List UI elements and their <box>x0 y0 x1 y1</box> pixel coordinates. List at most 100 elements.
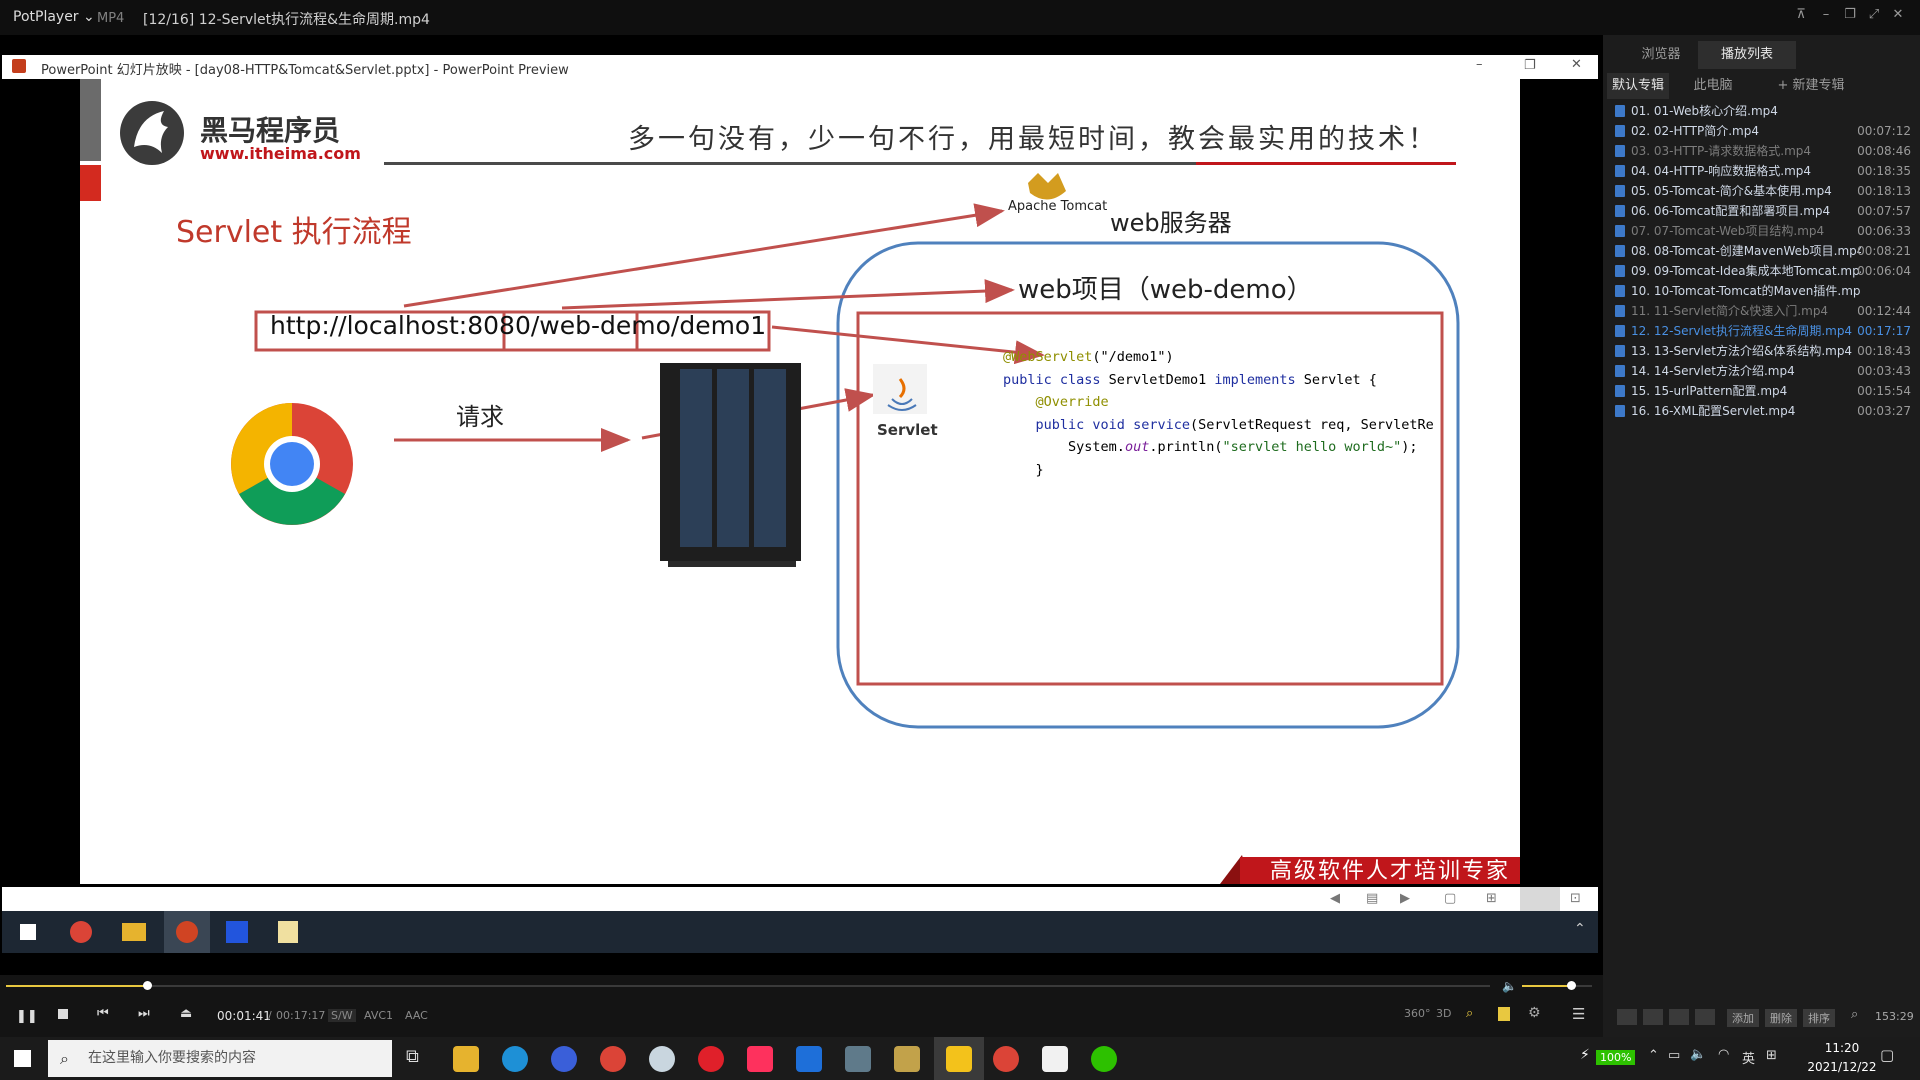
wifi-icon[interactable]: ◠ <box>1718 1047 1729 1062</box>
reading-view-icon[interactable] <box>1520 887 1560 911</box>
previous-icon[interactable]: ⏮ <box>97 1006 109 1021</box>
battery-percent[interactable]: 100% <box>1596 1050 1636 1065</box>
search-icon[interactable]: ⌕ <box>1851 1007 1858 1022</box>
sort-button[interactable]: 排序 <box>1803 1009 1835 1027</box>
clock-time[interactable]: 11:20 <box>1812 1041 1872 1055</box>
move-down-icon[interactable] <box>1669 1009 1689 1025</box>
playlist-item[interactable]: 02. 02-HTTP简介.mp4 00:07:12 <box>1611 121 1911 141</box>
code-token: } <box>1035 461 1044 478</box>
ppt-close-icon[interactable]: ✕ <box>1571 57 1582 72</box>
subtab-this-pc[interactable]: 此电脑 <box>1683 73 1743 99</box>
app-blue-icon[interactable] <box>796 1046 822 1072</box>
ppt-minimize-icon[interactable]: – <box>1476 57 1483 72</box>
playlist-item[interactable]: 09. 09-Tomcat-Idea集成本地Tomcat.mp4 00:06:04 <box>1611 261 1911 281</box>
subtitle-search-icon[interactable]: ⌕ <box>1466 1006 1473 1021</box>
code-token: Servlet { <box>1303 371 1377 388</box>
3d-button[interactable]: 3D <box>1436 1007 1451 1020</box>
prev-slide-icon[interactable]: ◀ <box>1330 891 1340 906</box>
playlist-item[interactable]: 14. 14-Servlet方法介绍.mp4 00:03:43 <box>1611 361 1911 381</box>
app-menu-button[interactable]: PotPlayer ⌄ <box>13 9 95 25</box>
settings-gear-icon[interactable]: ⚙ <box>1528 1005 1541 1021</box>
next-icon[interactable]: ⏭ <box>138 1006 150 1021</box>
volume-handle[interactable] <box>1567 981 1576 990</box>
task-view-icon[interactable]: ⧉ <box>406 1046 419 1067</box>
next-slide-icon[interactable]: ▶ <box>1400 891 1410 906</box>
recorded-start-icon <box>20 924 36 940</box>
intellij-idea-icon[interactable] <box>747 1046 773 1072</box>
slide-list-icon[interactable]: ▤ <box>1366 891 1378 906</box>
playlist-item-duration: 00:18:13 <box>1857 184 1911 198</box>
subtab-new-album[interactable]: + 新建专辑 <box>1771 73 1851 99</box>
web-project-label: web项目（web-demo） <box>1018 275 1313 305</box>
pause-icon[interactable]: ❚❚ <box>16 1009 38 1024</box>
potplayer-icon <box>946 1046 972 1072</box>
slideshow-view-icon[interactable]: ⊡ <box>1570 891 1581 906</box>
pin-icon[interactable]: ⊼ <box>1794 8 1808 22</box>
volume-icon[interactable]: 🔈 <box>1502 979 1517 993</box>
code-token: ("/demo1") <box>1092 349 1174 365</box>
battery-icon[interactable]: ▭ <box>1668 1048 1680 1063</box>
video-file-icon <box>1615 165 1625 177</box>
playlist-item[interactable]: 03. 03-HTTP-请求数据格式.mp4 00:08:46 <box>1611 141 1911 161</box>
l-app-icon[interactable] <box>551 1046 577 1072</box>
clock-date[interactable]: 2021/12/22 <box>1798 1060 1886 1074</box>
playlist-item[interactable]: 13. 13-Servlet方法介绍&体系结构.mp4 00:18:43 <box>1611 341 1911 361</box>
typora-icon[interactable] <box>1042 1046 1068 1072</box>
chrome-icon-2[interactable] <box>993 1046 1019 1072</box>
app-bird-icon[interactable] <box>649 1046 675 1072</box>
wechat-icon[interactable] <box>1091 1046 1117 1072</box>
keyboard-grid-icon[interactable]: ⊞ <box>1766 1048 1777 1063</box>
tag-video-codec[interactable]: AVC1 <box>364 1009 393 1022</box>
playlist-item[interactable]: 12. 12-Servlet执行流程&生命周期.mp4 00:17:17 <box>1611 321 1911 341</box>
ime-indicator[interactable]: 英 <box>1742 1048 1755 1067</box>
ppt-restore-icon[interactable]: ❐ <box>1524 58 1536 73</box>
playlist-item[interactable]: 06. 06-Tomcat配置和部署项目.mp4 00:07:57 <box>1611 201 1911 221</box>
notification-icon[interactable]: ▢ <box>1880 1046 1894 1064</box>
taskbar-search-box[interactable]: 在这里输入你要搜索的内容 <box>48 1040 392 1077</box>
playlist-item-duration: 00:18:35 <box>1857 164 1911 178</box>
close-icon[interactable]: ✕ <box>1891 8 1905 22</box>
netease-music-icon[interactable] <box>698 1046 724 1072</box>
app-archive-icon[interactable] <box>894 1046 920 1072</box>
playlist-item[interactable]: 16. 16-XML配置Servlet.mp4 00:03:27 <box>1611 401 1911 421</box>
tag-audio-codec[interactable]: AAC <box>405 1009 428 1022</box>
tray-chevron-up-icon[interactable]: ⌃ <box>1648 1048 1659 1063</box>
playlist-item[interactable]: 08. 08-Tomcat-创建MavenWeb项目.mp4 00:08:21 <box>1611 241 1911 261</box>
move-bottom-icon[interactable] <box>1695 1009 1715 1025</box>
playlist-item[interactable]: 01. 01-Web核心介绍.mp4 <box>1611 101 1911 121</box>
edge-icon[interactable] <box>502 1046 528 1072</box>
seek-handle[interactable] <box>142 981 152 990</box>
playlist-item-duration: 00:08:21 <box>1857 244 1911 258</box>
playlist-item-duration: 00:15:54 <box>1857 384 1911 398</box>
speaker-icon[interactable]: 🔈 <box>1690 1047 1706 1062</box>
playlist-item[interactable]: 04. 04-HTTP-响应数据格式.mp4 00:18:35 <box>1611 161 1911 181</box>
add-button[interactable]: 添加 <box>1727 1009 1759 1027</box>
minimize-icon[interactable]: – <box>1819 8 1833 22</box>
tag-sw[interactable]: S/W <box>328 1009 356 1022</box>
menu-icon[interactable]: ☰ <box>1572 1005 1585 1023</box>
vr-360-button[interactable]: 360° <box>1404 1007 1431 1020</box>
app-settings-icon[interactable] <box>845 1046 871 1072</box>
restore-icon[interactable]: ❐ <box>1843 8 1857 22</box>
playlist-item[interactable]: 07. 07-Tomcat-Web项目结构.mp4 00:06:33 <box>1611 221 1911 241</box>
fullscreen-icon[interactable]: ⤢ <box>1867 8 1881 22</box>
tab-browser[interactable]: 浏览器 <box>1625 41 1697 69</box>
file-explorer-icon[interactable] <box>453 1046 479 1072</box>
stop-icon[interactable] <box>58 1009 68 1019</box>
windows-start-icon[interactable] <box>14 1050 31 1067</box>
playlist-item[interactable]: 11. 11-Servlet简介&快速入门.mp4 00:12:44 <box>1611 301 1911 321</box>
move-up-icon[interactable] <box>1643 1009 1663 1025</box>
playlist-item[interactable]: 10. 10-Tomcat-Tomcat的Maven插件.mp4 <box>1611 281 1911 301</box>
subtab-default-album[interactable]: 默认专辑 <box>1607 73 1669 99</box>
playlist-toggle-icon[interactable] <box>1498 1007 1510 1021</box>
seek-track[interactable] <box>6 985 1490 987</box>
move-top-icon[interactable] <box>1617 1009 1637 1025</box>
tab-playlist[interactable]: 播放列表 <box>1698 41 1796 69</box>
playlist-item[interactable]: 15. 15-urlPattern配置.mp4 00:15:54 <box>1611 381 1911 401</box>
delete-button[interactable]: 删除 <box>1765 1009 1797 1027</box>
sorter-view-icon[interactable]: ⊞ <box>1486 891 1497 906</box>
playlist-item[interactable]: 05. 05-Tomcat-简介&基本使用.mp4 00:18:13 <box>1611 181 1911 201</box>
eject-icon[interactable]: ⏏ <box>180 1006 192 1021</box>
chrome-icon[interactable] <box>600 1046 626 1072</box>
normal-view-icon[interactable]: ▢ <box>1444 891 1456 906</box>
